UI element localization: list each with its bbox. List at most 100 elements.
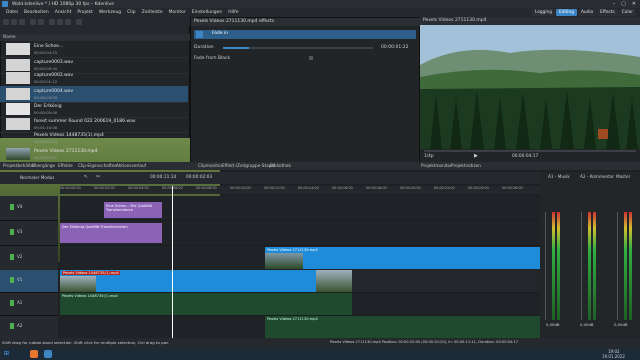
clip-v4[interactable]: Eine Schee... Mix Qualität Transformiere… — [104, 202, 162, 218]
undo-icon[interactable] — [30, 19, 36, 25]
bin-item[interactable]: Eine Schee... 00:00:04:15 — [0, 41, 188, 58]
track-header-v1[interactable]: V1 — [0, 270, 58, 293]
timeline-ruler[interactable]: 00:00:00:00 00:00:02:00 00:00:04:00 00:0… — [60, 186, 540, 194]
tab-clipmonitor[interactable]: Clipmonitor — [198, 163, 222, 168]
track-header-v3[interactable]: V3 — [0, 221, 58, 246]
open-file-icon[interactable] — [11, 19, 17, 25]
menu-clip[interactable]: Clip — [127, 10, 136, 15]
tab-projektmonitor[interactable]: Projektmonitor — [421, 163, 452, 168]
minimize-button[interactable]: – — [613, 1, 616, 7]
workspace-editing[interactable]: Editing — [555, 9, 577, 16]
mixer-value: 0,00dB — [546, 322, 560, 327]
workspace-effects[interactable]: Effects — [597, 9, 618, 16]
volume-fader[interactable] — [581, 212, 582, 320]
track-active-indicator[interactable] — [10, 229, 14, 235]
clip-v1[interactable]: Pexels Videos 1448735(1).mp4 — [60, 270, 352, 292]
clip-a1[interactable]: Pexels Videos 1448735(1).mp4 — [60, 293, 352, 315]
track-header-a2[interactable]: A2 — [0, 316, 58, 339]
track-active-indicator[interactable] — [10, 254, 14, 260]
redo-icon[interactable] — [38, 19, 44, 25]
volume-fader[interactable] — [545, 212, 546, 320]
bin-column-header: Name — [0, 34, 191, 41]
tab-effekte[interactable]: Effekte — [58, 163, 73, 168]
paste-icon[interactable] — [65, 19, 71, 25]
duration-value[interactable]: 00:00:01:22 — [381, 45, 408, 50]
timeline-timecode[interactable]: 00:00:11:14 — [150, 175, 176, 180]
track-active-indicator[interactable] — [10, 300, 14, 306]
bin-item[interactable]: Pexels Videos 1448735(1).mp4 00:00:12:18 — [0, 130, 220, 262]
menu-monitor[interactable]: Monitor — [169, 10, 186, 15]
bin-item[interactable]: capture0002.wav 00:00:01:12 — [0, 70, 188, 87]
new-file-icon[interactable] — [3, 19, 9, 25]
close-button[interactable]: ✕ — [632, 1, 636, 7]
select-tool-icon[interactable]: ↖ — [84, 174, 88, 180]
track-name: A1 — [17, 300, 23, 305]
video-thumbnail — [6, 148, 30, 160]
fade-from-black-label: Fade from Black — [194, 56, 231, 61]
razor-tool-icon[interactable]: ✂ — [96, 174, 100, 180]
track-active-indicator[interactable] — [10, 204, 14, 210]
track-v2[interactable]: Pexels Videos 2711130.mp4 — [60, 246, 540, 271]
track-active-indicator[interactable] — [10, 277, 14, 283]
tab-bibliothek[interactable]: Bibliothek — [270, 163, 291, 168]
track-v3[interactable]: Der Erlkönig Qualität Transformieren — [60, 221, 540, 246]
tab-projektnotizen[interactable]: Projektnotizen — [451, 163, 481, 168]
effect-stack-panel: Pexels Videos 2711130.mp4 effects Fade i… — [190, 17, 422, 164]
track-a2[interactable]: Pexels Videos 2711130.mp4 — [60, 316, 540, 339]
track-v4[interactable]: Eine Schee... Mix Qualität Transformiere… — [60, 196, 540, 221]
play-icon[interactable]: ▶ — [474, 153, 478, 159]
cut-icon[interactable] — [49, 19, 55, 25]
track-active-indicator[interactable] — [10, 323, 14, 329]
menu-ansicht[interactable]: Ansicht — [55, 10, 72, 15]
bin-item[interactable]: Pexels Videos 2711130.mp4 00:00:22:01 — [0, 146, 188, 163]
track-header-v4[interactable]: V4 — [0, 196, 58, 221]
clip-v2[interactable]: Pexels Videos 2711130.mp4 — [265, 247, 540, 269]
clip-a2[interactable]: Pexels Videos 2711130.mp4 — [265, 316, 540, 338]
effect-toggle-icon[interactable] — [196, 31, 203, 38]
waveform-thumbnail — [6, 118, 30, 130]
tab-aktionsverlauf[interactable]: Aktionsverlauf — [116, 163, 146, 168]
clip-v3[interactable]: Der Erlkönig Qualität Transformieren — [60, 223, 162, 243]
track-header-a1[interactable]: A1 — [0, 293, 58, 316]
workspace-logging[interactable]: Logging — [531, 9, 555, 16]
menu-hilfe[interactable]: Hilfe — [228, 10, 238, 15]
menu-bearbeiten[interactable]: Bearbeiten — [24, 10, 49, 15]
waveform-thumbnail — [6, 72, 30, 84]
menu-einstellungen[interactable]: Einstellungen — [192, 10, 223, 15]
menu-werkzeug[interactable]: Werkzeug — [99, 10, 121, 15]
monitor-timebar[interactable] — [424, 150, 636, 152]
taskbar-app-icon[interactable] — [44, 350, 52, 358]
tab-effekt-stapel[interactable]: Effekt-/Zeitgruppe-Stapel — [222, 163, 275, 168]
timeline-mode-select[interactable]: Normaler Modus — [20, 175, 54, 180]
workspace-color[interactable]: Color — [618, 9, 636, 16]
bin-item-name: Pexels Videos 2711130.mp4 — [34, 149, 98, 154]
workspace-audio[interactable]: Audio — [577, 9, 597, 16]
menu-zeitleiste[interactable]: Zeitleiste — [142, 10, 163, 15]
tab-projektbehaelter[interactable]: Projektbehälter — [3, 163, 35, 168]
duration-slider[interactable] — [223, 47, 373, 49]
taskbar-app-icon[interactable] — [30, 350, 38, 358]
timeline-playhead[interactable] — [172, 186, 173, 338]
tab-clip-eigenschaften[interactable]: Clip-Eigenschaften — [78, 163, 117, 168]
copy-icon[interactable] — [57, 19, 63, 25]
title-bar: Wald.kdenlive * / HD 1080p 30 fps – Kden… — [0, 0, 640, 8]
save-icon[interactable] — [19, 19, 25, 25]
track-a1[interactable]: Pexels Videos 1448735(1).mp4 — [60, 293, 540, 316]
bin-item-name: Eine Schee... — [34, 44, 64, 49]
fade-from-black-checkbox[interactable] — [309, 56, 313, 60]
volume-fader[interactable] — [617, 212, 618, 320]
track-v1[interactable]: Pexels Videos 1448735(1).mp4 — [60, 270, 540, 293]
track-name: V2 — [17, 254, 23, 259]
bin-item-duration: 00:00:01:12 — [34, 79, 58, 84]
menu-datei[interactable]: Datei — [6, 10, 18, 15]
start-icon[interactable]: ⊞ — [4, 350, 9, 357]
track-header-v2[interactable]: V2 — [0, 246, 58, 271]
monitor-timecode[interactable]: 00:00:04:17 — [512, 154, 538, 159]
maximize-button[interactable]: ▢ — [621, 1, 626, 7]
effect-header[interactable]: Fade in — [194, 30, 416, 39]
clip-thumbnail — [6, 103, 30, 115]
tab-uebergaenge[interactable]: Übergänge — [32, 163, 55, 168]
menu-projekt[interactable]: Projekt — [77, 10, 93, 15]
render-icon[interactable] — [76, 19, 82, 25]
monitor-zoom[interactable]: 1/4p — [424, 154, 434, 159]
